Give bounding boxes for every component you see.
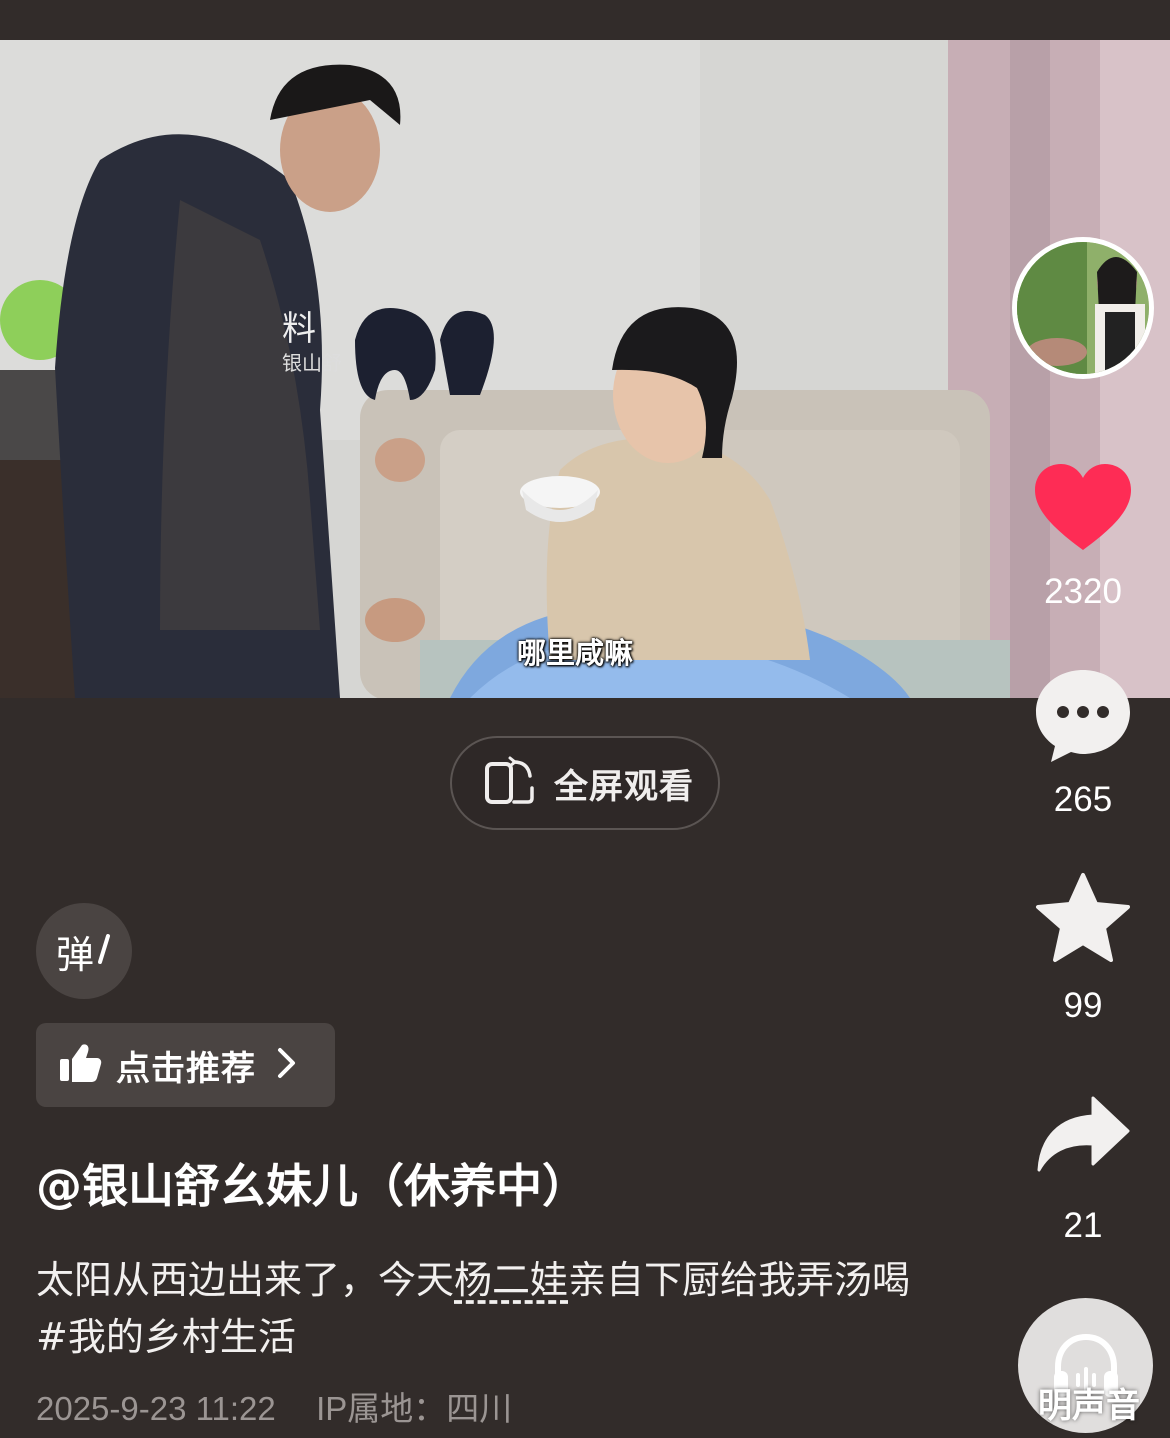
video-post-screen: 料 银山舒 哪里咸嘛 全屏观看 2320 265 99 21 弹 点击推荐 @银… bbox=[0, 0, 1170, 1438]
rotate-fullscreen-icon bbox=[484, 756, 536, 810]
chevron-right-icon bbox=[276, 1046, 298, 1084]
like-count: 2320 bbox=[1044, 572, 1122, 611]
music-label: 明声音 bbox=[1038, 1386, 1140, 1426]
comment-button[interactable] bbox=[1023, 668, 1143, 768]
avatar-image bbox=[1017, 242, 1149, 374]
post-description: 太阳从西边出来了，今天杨二娃亲自下厨给我弄汤喝 #我的乡村生活 bbox=[36, 1252, 916, 1366]
author-name[interactable]: @银山舒幺妹儿（休养中） bbox=[36, 1150, 588, 1216]
desc-text-part1: 太阳从西边出来了，今天 bbox=[36, 1258, 455, 1302]
video-subtitle: 哪里咸嘛 bbox=[517, 636, 634, 670]
heart-icon bbox=[1035, 464, 1131, 550]
slash-icon bbox=[96, 929, 112, 973]
video-player[interactable]: 料 银山舒 哪里咸嘛 bbox=[0, 40, 1170, 698]
desc-text-part2: 亲自下厨给我弄汤喝 bbox=[568, 1258, 911, 1302]
fullscreen-button[interactable]: 全屏观看 bbox=[450, 736, 720, 830]
fullscreen-label: 全屏观看 bbox=[554, 766, 694, 807]
favorite-button[interactable] bbox=[1023, 872, 1143, 968]
post-meta: 2025-9-23 11:22 IP属地：四川 bbox=[36, 1382, 512, 1430]
apron-text-bottom: 银山舒 bbox=[282, 351, 342, 375]
recommend-label: 点击推荐 bbox=[116, 1048, 256, 1089]
thumbs-up-icon bbox=[58, 1043, 102, 1087]
apron-text-top: 料 bbox=[282, 309, 316, 349]
video-frame-illustration: 料 银山舒 bbox=[0, 40, 1170, 698]
danmaku-label: 弹 bbox=[55, 932, 94, 977]
comment-count: 265 bbox=[1053, 780, 1113, 819]
hashtag-link[interactable]: #我的乡村生活 bbox=[36, 1315, 296, 1359]
share-count: 21 bbox=[1063, 1206, 1103, 1245]
danmaku-toggle-button[interactable]: 弹 bbox=[36, 903, 132, 999]
share-icon bbox=[1037, 1096, 1130, 1172]
mention-link[interactable]: 杨二娃 bbox=[454, 1258, 568, 1302]
like-button[interactable] bbox=[1023, 462, 1143, 558]
star-icon bbox=[1036, 873, 1130, 962]
comment-icon bbox=[1036, 670, 1130, 762]
favorite-count: 99 bbox=[1063, 986, 1103, 1025]
ip-location: IP属地：四川 bbox=[316, 1390, 513, 1427]
share-button[interactable] bbox=[1023, 1096, 1143, 1176]
post-datetime: 2025-9-23 11:22 bbox=[36, 1390, 276, 1427]
author-avatar[interactable] bbox=[1012, 237, 1154, 379]
recommend-button[interactable]: 点击推荐 bbox=[36, 1023, 335, 1107]
